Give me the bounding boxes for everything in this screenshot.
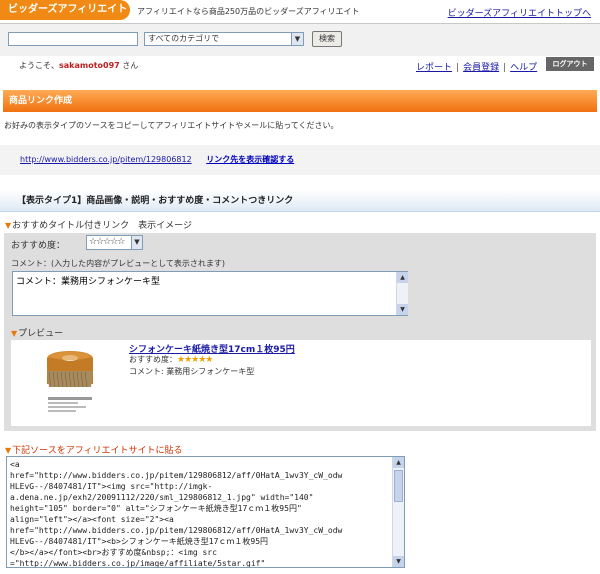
recommend-select[interactable]: ☆☆☆☆☆ ▼ (86, 235, 143, 250)
recommend-label: おすすめ度： (11, 241, 66, 251)
preview-heading: ▼プレビュー (11, 326, 63, 339)
source-heading-label: 下記ソースをアフィリエイトサイトに貼る (12, 446, 183, 456)
search-button[interactable]: 検索 (312, 31, 342, 47)
logo[interactable]: ビッダーズアフィリエイト (0, 0, 130, 20)
scroll-track (397, 283, 408, 304)
register-link[interactable]: 会員登録 (463, 63, 499, 73)
user-nav: レポート | 会員登録 | ヘルプ (416, 60, 537, 73)
image-heading-label: おすすめタイトル付きリンク 表示イメージ (12, 221, 192, 231)
scroll-thumb[interactable] (394, 470, 403, 502)
preview-heading-label: プレビュー (18, 329, 64, 339)
recommend-value: ☆☆☆☆☆ (89, 237, 125, 247)
scroll-up-icon[interactable]: ▲ (393, 457, 404, 468)
source-scrollbar[interactable]: ▲ ▼ (392, 457, 404, 567)
comment-textarea[interactable]: コメント：業務用シフォンケーキ型 (12, 271, 408, 316)
source-heading: ▼下記ソースをアフィリエイトサイトに貼る (5, 443, 183, 456)
preview-comment: コメント: 業務用シフォンケーキ型 (129, 367, 255, 376)
preview-recommend: おすすめ度：★★★★★ (129, 354, 213, 365)
triangle-down-icon: ▼ (11, 329, 18, 338)
search-input[interactable] (8, 32, 138, 46)
star-rating-icon: ★★★★★ (177, 355, 213, 365)
help-link[interactable]: ヘルプ (510, 63, 537, 73)
scroll-down-icon[interactable]: ▼ (397, 304, 408, 315)
welcome-message: ようこそ、sakamoto097 さん (19, 60, 138, 71)
preview-recommend-label: おすすめ度： (129, 355, 177, 364)
product-image[interactable] (40, 347, 100, 419)
comment-label: コメント：(入力した内容がプレビューとして表示されます) (11, 259, 225, 268)
triangle-down-icon: ▼ (5, 221, 12, 230)
nav-separator: | (503, 63, 507, 73)
nav-separator: | (456, 63, 460, 73)
url-line: http://www.bidders.co.jp/pitem/129806812… (20, 154, 294, 165)
scroll-up-icon[interactable]: ▲ (397, 272, 408, 283)
welcome-prefix: ようこそ、 (19, 61, 59, 70)
scroll-track (393, 504, 404, 556)
logout-button[interactable]: ログアウト (546, 57, 594, 71)
section-intro: お好みの表示タイプのソースをコピーしてアフィリエイトサイトやメールに貼ってくださ… (4, 121, 339, 130)
category-select[interactable]: すべてのカテゴリで ▼ (144, 32, 304, 46)
item-url-link[interactable]: http://www.bidders.co.jp/pitem/129806812 (20, 155, 192, 164)
image-heading: ▼おすすめタイトル付きリンク 表示イメージ (5, 218, 192, 231)
tagline: アフィリエイトなら商品250万品のビッダーズアフィリエイト (137, 7, 360, 16)
display-type-title: 【表示タイプ1】商品画像・説明・おすすめ度・コメントつきリンク (0, 190, 600, 212)
report-link[interactable]: レポート (416, 63, 452, 73)
comment-scrollbar[interactable]: ▲ ▼ (396, 272, 408, 315)
chevron-down-icon: ▼ (131, 236, 142, 249)
top-page-link[interactable]: ビッダーズアフィリエイトトップへ (448, 6, 591, 19)
scroll-down-icon[interactable]: ▼ (393, 556, 404, 567)
welcome-suffix: さん (119, 61, 139, 70)
chevron-down-icon: ▼ (291, 33, 303, 45)
source-code-textarea[interactable]: <a href="http://www.bidders.co.jp/pitem/… (6, 456, 405, 568)
category-selected: すべてのカテゴリで (148, 34, 220, 43)
confirm-link[interactable]: リンク先を表示確認する (206, 155, 294, 164)
username: sakamoto097 (59, 61, 120, 70)
triangle-down-icon: ▼ (5, 446, 12, 455)
section-title: 商品リンク作成 (3, 90, 597, 112)
